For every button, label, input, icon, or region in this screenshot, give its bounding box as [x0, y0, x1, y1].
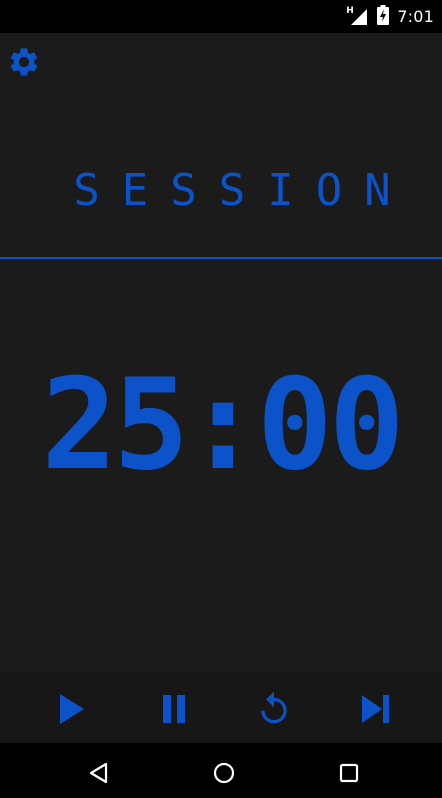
timer-display: 25:00: [41, 351, 404, 498]
battery-charging-icon: [377, 4, 390, 29]
recents-icon: [339, 763, 359, 783]
home-icon: [213, 762, 235, 784]
reset-button[interactable]: [248, 683, 300, 735]
back-icon: [89, 762, 108, 784]
skip-next-button[interactable]: [349, 683, 401, 735]
pause-button[interactable]: [148, 683, 200, 735]
clock: 7:01: [397, 7, 434, 26]
skip-next-icon: [362, 695, 389, 723]
back-button[interactable]: [77, 751, 121, 795]
status-bar: H 7:01: [0, 0, 442, 33]
settings-button[interactable]: [6, 44, 42, 80]
status-icons: H 7:01: [346, 0, 434, 33]
home-button[interactable]: [202, 751, 246, 795]
gear-icon: [10, 48, 38, 76]
session-label: SESSION: [73, 165, 413, 216]
play-icon: [60, 694, 84, 724]
controls-bar: [0, 673, 442, 743]
pause-icon: [163, 695, 185, 723]
divider: [0, 257, 442, 259]
play-button[interactable]: [46, 683, 98, 735]
reset-icon: [261, 691, 287, 724]
signal-icon: H: [346, 5, 369, 26]
navigation-bar: [0, 743, 442, 798]
recents-button[interactable]: [327, 751, 371, 795]
network-type-badge: H: [346, 5, 354, 16]
